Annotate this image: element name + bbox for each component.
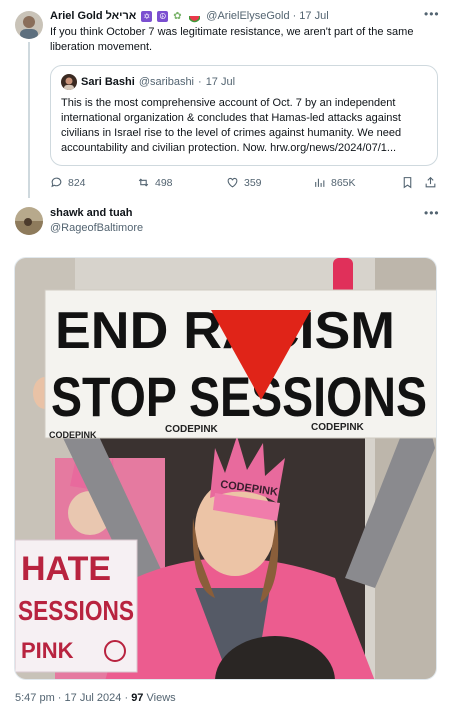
dove-icon: ✿ — [173, 10, 182, 22]
reply-count: 824 — [68, 176, 86, 189]
quote-avatar — [61, 74, 77, 90]
repost-button[interactable]: 498 — [137, 176, 173, 189]
repost-count: 498 — [155, 176, 173, 189]
share-icon — [425, 176, 436, 188]
handle[interactable]: @ArielElyseGold — [206, 10, 289, 22]
quote-text: This is the most comprehensive account o… — [61, 97, 402, 154]
avatar[interactable] — [15, 207, 43, 235]
timestamp[interactable]: 17 Jul — [299, 10, 328, 22]
share-button[interactable] — [424, 176, 437, 189]
quote-tweet[interactable]: Sari Bashi @saribashi · 17 Jul This is t… — [50, 65, 438, 166]
reply-button[interactable]: 824 — [50, 176, 86, 189]
peace-icon: ☮ — [157, 10, 169, 22]
more-icon[interactable]: ••• — [424, 7, 440, 21]
sign-brand-1: CODEPINK — [49, 430, 97, 440]
like-button[interactable]: 359 — [226, 176, 262, 189]
sign2-line-2: SESSIONS — [18, 595, 134, 626]
post-time[interactable]: 5:47 pm · 17 Jul 2024 · — [15, 692, 131, 704]
views-label: Views — [143, 692, 176, 704]
sign-line-2: STOP SESSIONS — [51, 365, 427, 428]
reply-icon — [51, 177, 62, 188]
repost-icon — [138, 178, 149, 187]
views-count: 865K — [331, 176, 356, 189]
display-name[interactable]: Ariel Gold — [50, 10, 103, 22]
more-icon[interactable]: ••• — [424, 206, 440, 220]
quote-display-name: Sari Bashi — [81, 76, 135, 88]
sign-brand-3: CODEPINK — [311, 422, 365, 433]
quote-handle: @saribashi — [138, 76, 195, 88]
like-count: 359 — [244, 176, 262, 189]
avatar[interactable] — [15, 11, 43, 39]
sign-brand-2: CODEPINK — [165, 424, 219, 435]
bookmark-icon — [403, 177, 412, 189]
views-button[interactable]: 865K — [313, 176, 356, 189]
quote-timestamp: 17 Jul — [205, 76, 236, 88]
tweet-photo[interactable]: CODEPINK END RACISM STOP SESSIONS CODEPI… — [14, 257, 437, 680]
sign2-line-1: HATE — [21, 550, 111, 588]
display-name-hebrew: אריאל — [105, 10, 137, 22]
display-name[interactable]: shawk and tuah — [50, 207, 133, 219]
heart-icon — [227, 177, 238, 188]
bookmark-button[interactable] — [401, 176, 414, 189]
analytics-icon — [315, 178, 325, 187]
handle[interactable]: @RageofBaltimore — [50, 222, 143, 234]
tweet-text: If you think October 7 was legitimate re… — [50, 26, 414, 53]
thread-line — [28, 42, 30, 198]
star-of-david-icon: ✡ — [141, 10, 153, 22]
sign2-line-3: PINK — [21, 638, 74, 663]
post-metadata: 5:47 pm · 17 Jul 2024 · 97 Views — [15, 692, 176, 704]
watermelon-icon — [188, 11, 202, 22]
views-number: 97 — [131, 692, 144, 704]
